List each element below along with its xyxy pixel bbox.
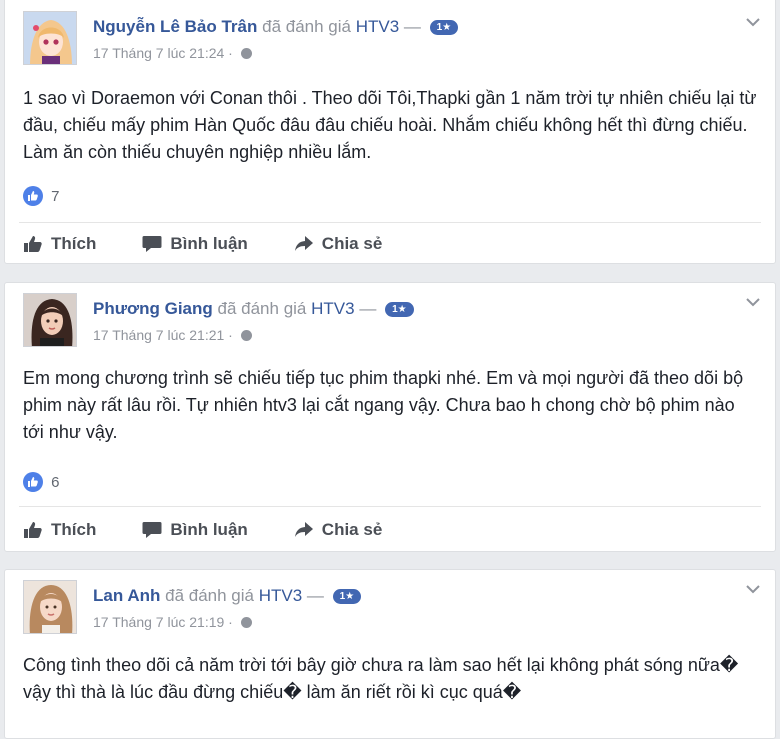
globe-icon [240, 330, 252, 341]
review-post-card: Lan Anh đã đánh giá HTV3 — 1★ 17 Tháng 7… [4, 569, 776, 739]
separator-dash: — [403, 17, 421, 36]
comment-label: Bình luận [170, 234, 248, 253]
rating-badge: 1★ [332, 589, 362, 604]
like-reaction-icon [23, 186, 43, 206]
post-meta: 17 Tháng 7 lúc 21:21 · [93, 327, 252, 343]
timestamp[interactable]: 17 Tháng 7 lúc 21:21 · [93, 327, 233, 343]
share-arrow-icon [294, 522, 313, 537]
timestamp[interactable]: 17 Tháng 7 lúc 21:19 · [93, 614, 233, 630]
avatar[interactable] [23, 580, 77, 634]
author-name[interactable]: Lan Anh [93, 586, 160, 605]
share-button[interactable]: Chia sẻ [294, 518, 382, 542]
thumbs-up-icon [24, 236, 42, 252]
post-header: Phương Giang đã đánh giá HTV3 — 1★ [93, 299, 414, 319]
avatar[interactable] [23, 11, 77, 65]
reaction-summary[interactable]: 6 [23, 472, 60, 492]
page-name[interactable]: HTV3 [311, 299, 354, 318]
comment-icon [142, 522, 162, 538]
page-name[interactable]: HTV3 [259, 586, 302, 605]
review-post-card: Nguyễn Lê Bảo Trân đã đánh giá HTV3 — 1★… [4, 0, 776, 264]
review-verb: đã đánh giá [217, 299, 307, 318]
separator-dash: — [359, 299, 377, 318]
comment-icon [142, 236, 162, 252]
post-header: Nguyễn Lê Bảo Trân đã đánh giá HTV3 — 1★ [93, 17, 459, 37]
rating-badge: 1★ [385, 302, 414, 317]
action-bar: Thích Bình luận Chia sẻ [23, 518, 382, 542]
like-button[interactable]: Thích [23, 518, 96, 542]
chevron-down-icon[interactable] [745, 17, 761, 27]
comment-label: Bình luận [170, 520, 248, 539]
rating-badge: 1★ [429, 20, 459, 35]
share-label: Chia sẻ [321, 234, 383, 253]
woman-photo-avatar-icon [24, 294, 76, 346]
comment-button[interactable]: Bình luận [142, 232, 248, 256]
anime-girl-avatar-icon [24, 12, 76, 64]
review-verb: đã đánh giá [165, 586, 254, 605]
like-count: 7 [51, 188, 60, 205]
share-label: Chia sẻ [321, 520, 383, 539]
reaction-summary[interactable]: 7 [23, 186, 60, 206]
post-header: Lan Anh đã đánh giá HTV3 — 1★ [93, 586, 362, 606]
review-verb: đã đánh giá [262, 17, 351, 36]
like-count: 6 [51, 474, 60, 491]
globe-icon [240, 48, 252, 59]
like-reaction-icon [23, 472, 43, 492]
post-meta: 17 Tháng 7 lúc 21:24 · [93, 45, 252, 61]
post-meta: 17 Tháng 7 lúc 21:19 · [93, 614, 252, 630]
separator-dash: — [306, 586, 324, 605]
comment-button[interactable]: Bình luận [142, 518, 248, 542]
chevron-down-icon[interactable] [745, 297, 761, 307]
author-name[interactable]: Nguyễn Lê Bảo Trân [93, 17, 257, 36]
page-name[interactable]: HTV3 [356, 17, 399, 36]
review-text: Em mong chương trình sẽ chiếu tiếp tục p… [23, 368, 744, 442]
author-name[interactable]: Phương Giang [93, 299, 213, 318]
avatar[interactable] [23, 293, 77, 347]
woman-photo-avatar-icon [24, 581, 76, 633]
review-post-card: Phương Giang đã đánh giá HTV3 — 1★ 17 Th… [4, 282, 776, 552]
chevron-down-icon[interactable] [745, 584, 761, 594]
like-label: Thích [51, 234, 97, 253]
like-button[interactable]: Thích [23, 232, 96, 256]
divider [19, 222, 761, 223]
share-arrow-icon [294, 236, 313, 251]
share-button[interactable]: Chia sẻ [294, 232, 382, 256]
thumbs-up-icon [24, 522, 42, 538]
review-text: Công tình theo dõi cả năm trời tới bây g… [23, 655, 739, 702]
divider [19, 506, 761, 507]
timestamp[interactable]: 17 Tháng 7 lúc 21:24 · [93, 45, 233, 61]
like-label: Thích [51, 520, 97, 539]
review-text: 1 sao vì Doraemon với Conan thôi . Theo … [23, 88, 757, 162]
action-bar: Thích Bình luận Chia sẻ [23, 232, 382, 256]
globe-icon [240, 617, 252, 628]
